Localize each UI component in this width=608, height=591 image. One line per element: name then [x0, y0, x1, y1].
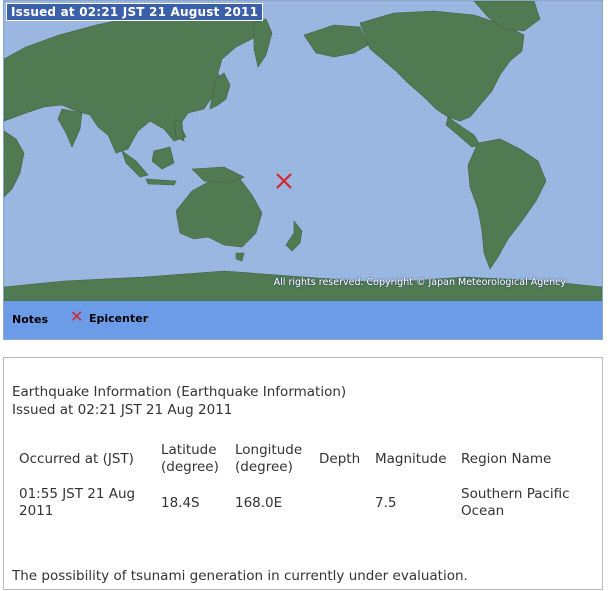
earthquake-table: Occurred at (JST) Latitude (degree) Long… — [12, 438, 584, 526]
epicenter-icon: ✕ — [70, 307, 84, 326]
tsunami-note: The possibility of tsunami generation in… — [12, 568, 468, 584]
cell-depth — [312, 480, 368, 526]
col-magnitude: Magnitude — [375, 450, 447, 467]
cell-longitude: 168.0E — [235, 494, 283, 511]
issued-label: Issued at 02:21 JST 21 August 2011 — [6, 3, 264, 21]
info-issued: Issued at 02:21 JST 21 Aug 2011 — [12, 402, 233, 418]
legend-bar: Notes ✕ Epicenter — [4, 301, 602, 339]
map-panel: Issued at 02:21 JST 21 August 2011 All r… — [3, 0, 603, 340]
cell-latitude: 18.4S — [161, 494, 200, 511]
info-title: Earthquake Information (Earthquake Infor… — [12, 384, 347, 400]
col-longitude: Longitude (degree) — [235, 442, 303, 475]
info-panel: Earthquake Information (Earthquake Infor… — [3, 357, 603, 590]
col-occurred: Occurred at (JST) — [19, 450, 134, 467]
world-map — [4, 1, 602, 301]
notes-label: Notes — [12, 313, 49, 326]
col-latitude: Latitude (degree) — [161, 442, 219, 475]
copyright-notice: All rights reserved. Copyright © Japan M… — [273, 277, 566, 288]
epicenter-legend-label: Epicenter — [89, 312, 149, 325]
cell-occurred: 01:55 JST 21 Aug 2011 — [19, 486, 136, 519]
col-region: Region Name — [461, 450, 552, 467]
table-row: 01:55 JST 21 Aug 2011 18.4S 168.0E 7.5 S… — [12, 480, 584, 526]
table-header-row: Occurred at (JST) Latitude (degree) Long… — [12, 438, 584, 480]
cell-magnitude: 7.5 — [375, 494, 397, 511]
col-depth: Depth — [319, 450, 361, 467]
cell-region: Southern Pacific Ocean — [461, 486, 570, 519]
